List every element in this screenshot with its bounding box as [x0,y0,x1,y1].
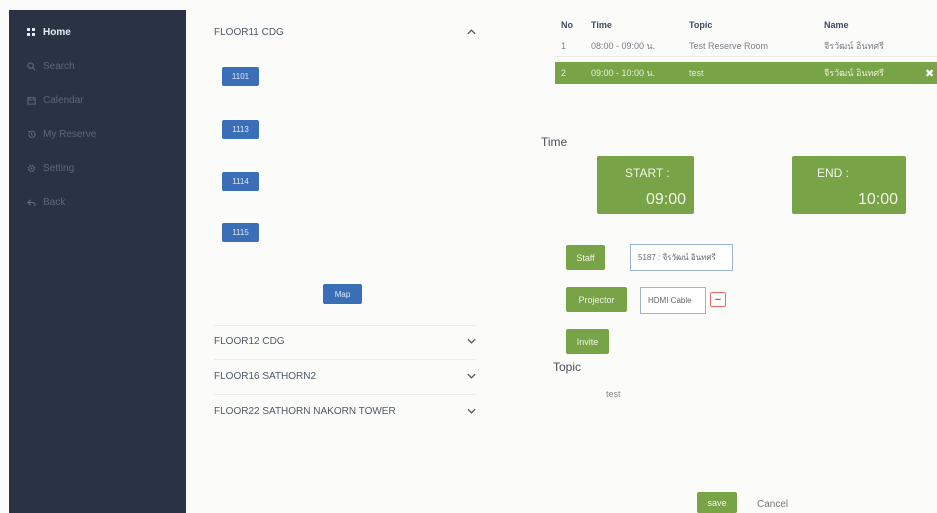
floor-name: FLOOR12 CDG [214,335,285,347]
sidebar-item-label: Setting [43,162,75,174]
end-label: END : [817,166,850,180]
reservation-table: No Time Topic Name 1 08:00 - 09:00 น. Te… [555,15,937,84]
cell-name: จีรวัฒน์ อินทศรี [824,40,884,51]
chevron-down-icon [466,406,476,417]
floor-name: FLOOR16 SATHORN2 [214,370,317,382]
sidebar-item-search[interactable]: Search [9,49,186,83]
cell-time: 09:00 - 10:00 น. [591,68,656,78]
projector-button[interactable]: Projector [566,287,627,312]
sidebar-item-label: Calendar [43,94,84,106]
projector-field[interactable]: HDMI Cable [640,287,706,314]
cell-topic: Test Reserve Room [689,40,769,51]
table-header: No Time Topic Name [555,15,937,35]
sidebar-item-calendar[interactable]: Calendar [9,83,186,117]
divider [214,359,476,360]
cancel-button[interactable]: Cancel [757,499,788,510]
sidebar-item-label: Home [43,26,71,38]
staff-button[interactable]: Staff [566,245,605,270]
column-header-time: Time [591,20,612,30]
cell-no: 2 [561,68,567,78]
cell-no: 1 [561,40,567,51]
sidebar-item-label: Search [43,60,75,72]
divider [214,325,476,326]
column-header-topic: Topic [689,20,713,30]
search-icon [25,61,37,71]
sidebar-item-setting[interactable]: Setting [9,151,186,185]
column-header-no: No [561,20,573,30]
chevron-down-icon [466,336,476,347]
grid-icon [25,28,37,36]
start-time-box[interactable]: START : 09:00 [597,156,694,214]
reply-icon [25,198,37,207]
end-time-value: 10:00 [857,191,898,208]
topic-input[interactable]: test [606,389,621,399]
cell-topic: test [689,68,704,78]
chevron-up-icon [466,27,476,38]
floor-header-floor12[interactable]: FLOOR12 CDG [214,331,476,351]
close-icon[interactable]: ✖ [925,67,934,80]
floor-name: FLOOR22 SATHORN NAKORN TOWER [214,405,396,417]
start-label: START : [625,166,670,180]
floor-name: FLOOR11 CDG [214,26,284,38]
calendar-icon [25,96,37,105]
sidebar-item-home[interactable]: Home [9,15,186,49]
cell-name: จีรวัฒน์ อินทศรี [824,68,884,78]
sidebar-item-label: My Reserve [43,128,97,140]
room-button-1114[interactable]: 1114 [222,172,259,191]
end-time-box[interactable]: END : 10:00 [792,156,906,214]
room-button-1101[interactable]: 1101 [222,67,259,86]
history-icon [25,130,37,139]
gear-icon [25,164,37,173]
save-button[interactable]: save [697,492,737,513]
room-button-1113[interactable]: 1113 [222,120,259,139]
table-row-selected[interactable]: 2 09:00 - 10:00 น. test จีรวัฒน์ อินทศรี… [555,62,937,84]
time-label: Time [541,135,568,149]
room-button-1115[interactable]: 1115 [222,223,259,242]
invite-button[interactable]: Invite [566,329,609,354]
map-button[interactable]: Map [323,284,362,304]
topic-label: Topic [553,360,582,374]
start-time-value: 09:00 [645,191,686,208]
sidebar-item-back[interactable]: Back [9,185,186,219]
divider [214,394,476,395]
column-header-name: Name [824,20,849,30]
remove-icon[interactable]: − [710,292,726,307]
floor-header-floor22[interactable]: FLOOR22 SATHORN NAKORN TOWER [214,401,476,421]
staff-field[interactable]: 5187 : จีรวัฒน์ อินทศรี [630,244,733,271]
sidebar-item-label: Back [43,196,66,208]
chevron-down-icon [466,371,476,382]
floor-header-floor16[interactable]: FLOOR16 SATHORN2 [214,366,476,386]
sidebar-item-my-reserve[interactable]: My Reserve [9,117,186,151]
sidebar: Home Search Calendar My Reserve Setting … [9,10,186,513]
floor-header-floor11[interactable]: FLOOR11 CDG [214,22,476,42]
cell-time: 08:00 - 09:00 น. [591,40,656,51]
table-row[interactable]: 1 08:00 - 09:00 น. Test Reserve Room จีร… [555,35,937,57]
